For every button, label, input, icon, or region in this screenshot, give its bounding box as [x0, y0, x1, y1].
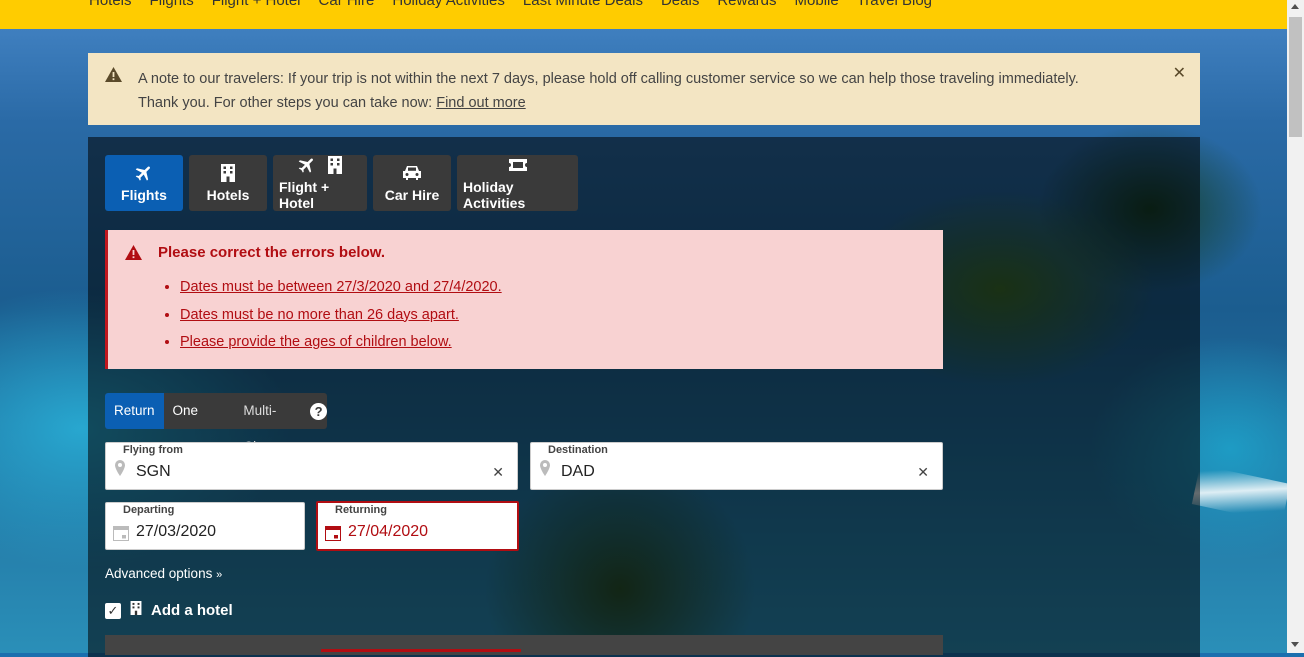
traveler-notice: A note to our travelers: If your trip is… [88, 53, 1200, 125]
tab-flight-hotel[interactable]: Flight + Hotel [273, 155, 367, 211]
nav-link-mobile[interactable]: Mobile [795, 0, 839, 9]
departing-label: Departing [123, 504, 175, 516]
car-icon [401, 164, 423, 185]
tab-hotels[interactable]: Hotels [189, 155, 267, 211]
tab-flights-label: Flights [121, 187, 167, 203]
departing-date-field[interactable]: Departing 27/03/2020 [105, 502, 305, 550]
building-icon [219, 163, 237, 186]
error-link-date-range[interactable]: Dates must be between 27/3/2020 and 27/4… [180, 279, 502, 295]
close-icon[interactable]: ✕ [1173, 63, 1186, 83]
hotel-options-section [105, 635, 943, 655]
nav-link-car-hire[interactable]: Car Hire [319, 0, 375, 9]
nav-link-travel-blog[interactable]: Travel Blog [857, 0, 932, 9]
flying-from-field[interactable]: Flying from SGN ✕ [105, 442, 518, 490]
error-indicator [321, 649, 521, 652]
add-hotel-checkbox[interactable]: ✓ [105, 602, 121, 619]
scrollbar-thumb[interactable] [1289, 17, 1302, 137]
building-icon [326, 155, 344, 178]
trip-type-one-way[interactable]: One way [164, 393, 235, 454]
nav-link-flights[interactable]: Flights [150, 0, 194, 9]
error-item: Dates must be between 27/3/2020 and 27/4… [180, 274, 502, 302]
location-pin-icon [115, 460, 125, 481]
nav-link-holiday-activities[interactable]: Holiday Activities [392, 0, 505, 9]
clear-icon[interactable]: ✕ [492, 464, 504, 481]
tab-flights[interactable]: Flights [105, 155, 183, 211]
nav-link-last-minute-deals[interactable]: Last Minute Deals [523, 0, 643, 9]
flying-from-label: Flying from [123, 444, 183, 456]
nav-link-hotels[interactable]: Hotels [89, 0, 132, 9]
chevron-double-down-icon: » [216, 569, 223, 581]
product-tabs: Flights Hotels Flight + Hotel Car Hire H… [105, 155, 578, 211]
scroll-up-icon[interactable] [1291, 4, 1299, 9]
page-scrollbar[interactable] [1287, 0, 1304, 653]
notice-text-line1: A note to our travelers: If your trip is… [138, 71, 1079, 87]
location-pin-icon [540, 460, 550, 481]
add-hotel-option[interactable]: ✓ Add a hotel [105, 600, 233, 621]
nav-link-rewards[interactable]: Rewards [717, 0, 776, 9]
error-item: Please provide the ages of children belo… [180, 329, 502, 357]
add-hotel-label: Add a hotel [151, 602, 233, 619]
calendar-icon [325, 525, 341, 546]
error-title: Please correct the errors below. [158, 244, 386, 261]
error-link-children-ages[interactable]: Please provide the ages of children belo… [180, 334, 452, 350]
plane-icon [133, 163, 155, 186]
tab-car-hire[interactable]: Car Hire [373, 155, 451, 211]
flying-from-value: SGN [136, 463, 171, 480]
plane-icon [296, 155, 318, 178]
destination-value: DAD [561, 463, 595, 480]
trip-type-multi-city[interactable]: Multi-City [234, 393, 308, 454]
error-summary: Please correct the errors below. Dates m… [105, 230, 943, 369]
find-out-more-link[interactable]: Find out more [436, 95, 525, 111]
calendar-icon [113, 525, 129, 546]
error-item: Dates must be no more than 26 days apart… [180, 302, 502, 330]
tab-car-hire-label: Car Hire [384, 187, 440, 203]
advanced-options-toggle[interactable]: Advanced options » [105, 566, 222, 581]
boat-wake [1191, 464, 1291, 524]
help-icon[interactable]: ? [310, 402, 327, 420]
destination-label: Destination [548, 444, 608, 456]
tab-holiday-activities[interactable]: Holiday Activities [457, 155, 578, 211]
trip-type-selector: Return One way Multi-City ? [105, 393, 327, 454]
ticket-icon [507, 157, 529, 176]
advanced-options-label: Advanced options [105, 566, 213, 581]
error-link-days-apart[interactable]: Dates must be no more than 26 days apart… [180, 307, 459, 323]
trip-type-return[interactable]: Return [105, 393, 164, 429]
clear-icon[interactable]: ✕ [917, 464, 929, 481]
destination-field[interactable]: Destination DAD ✕ [530, 442, 943, 490]
nav-link-deals[interactable]: Deals [661, 0, 699, 9]
scroll-down-icon[interactable] [1291, 642, 1299, 647]
nav-link-flight-hotel[interactable]: Flight + Hotel [212, 0, 301, 9]
returning-value: 27/04/2020 [348, 523, 429, 540]
warning-icon [125, 245, 142, 265]
returning-date-field[interactable]: Returning 27/04/2020 [316, 501, 519, 551]
top-nav: Hotels Flights Flight + Hotel Car Hire H… [0, 0, 1287, 29]
tab-hotels-label: Hotels [206, 187, 250, 203]
departing-value: 27/03/2020 [136, 523, 217, 540]
tab-flight-hotel-label: Flight + Hotel [279, 179, 330, 211]
notice-text-line2: Thank you. For other steps you can take … [138, 95, 437, 111]
error-list: Dates must be between 27/3/2020 and 27/4… [158, 274, 502, 357]
building-icon [129, 600, 143, 621]
tab-holiday-activities-label: Holiday Activities [463, 179, 526, 211]
warning-icon [105, 67, 122, 87]
returning-label: Returning [335, 504, 387, 516]
